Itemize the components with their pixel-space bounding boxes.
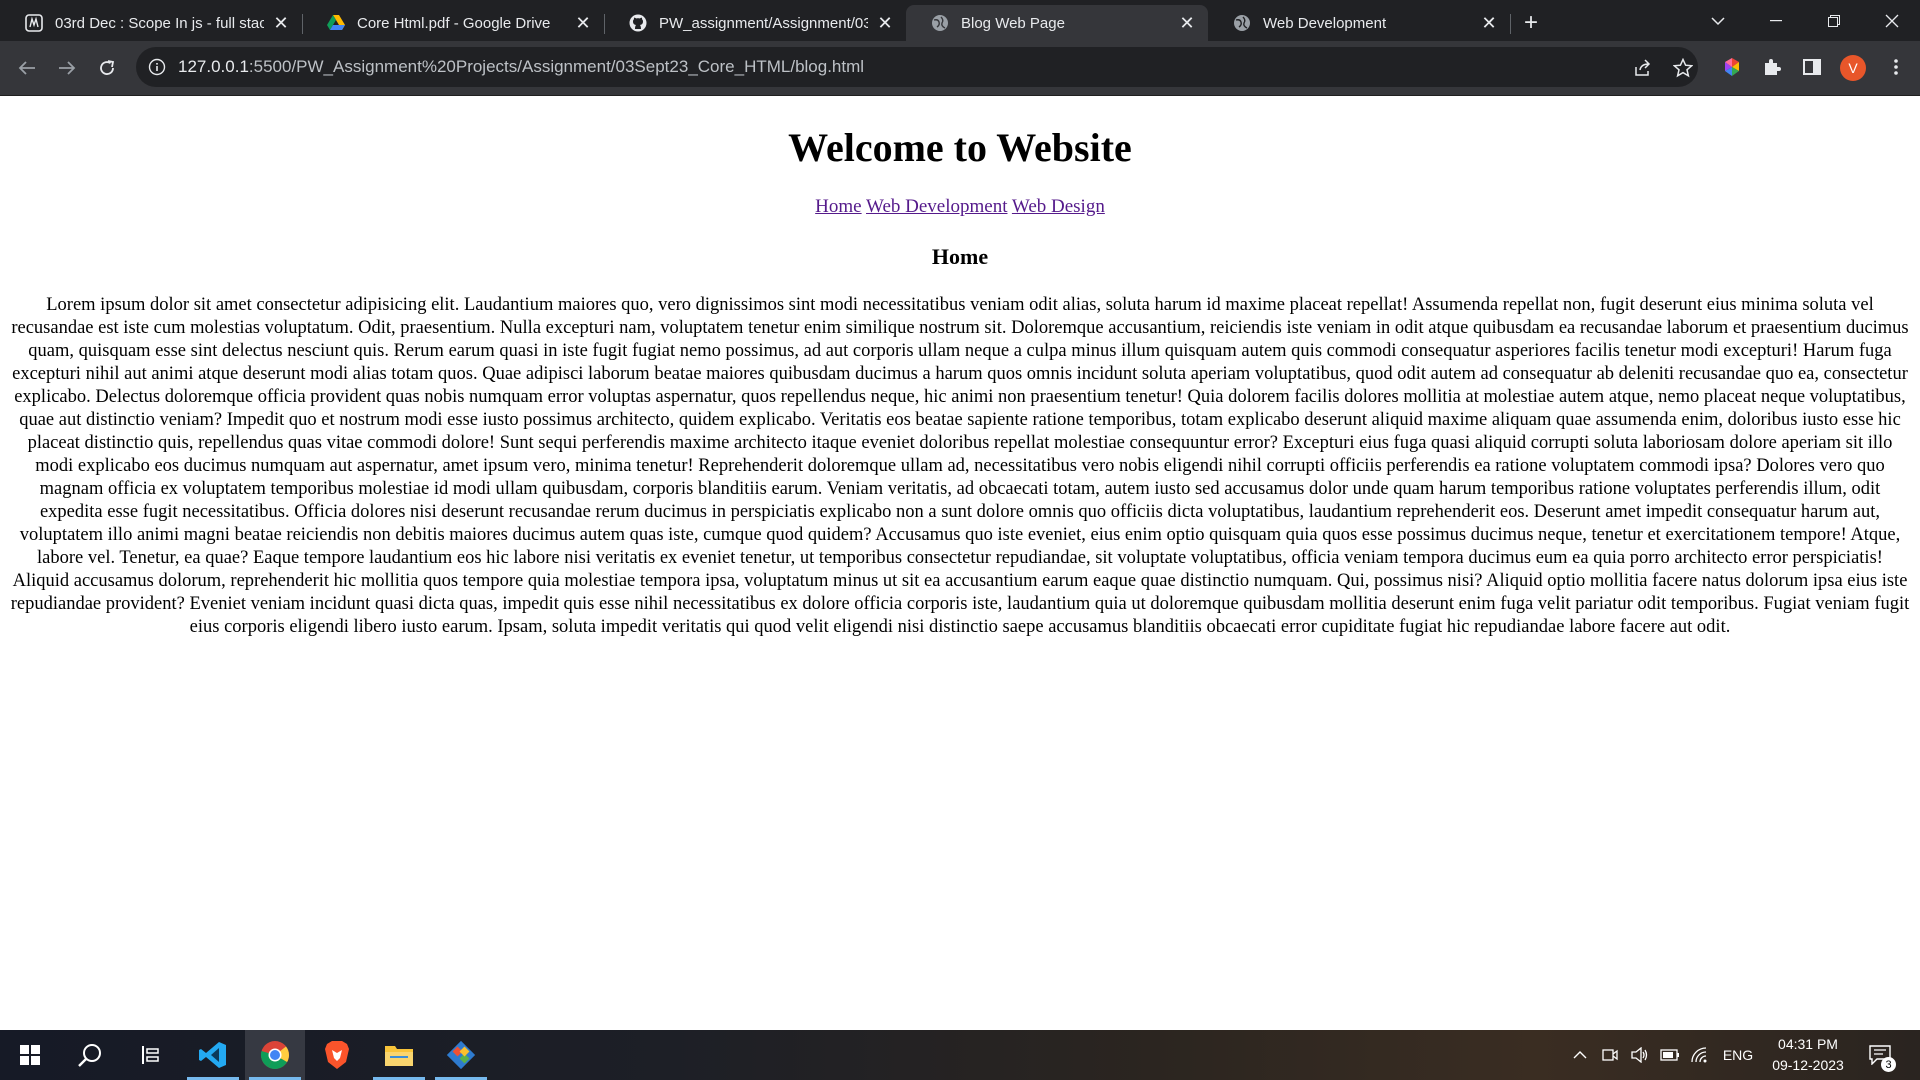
chrome-icon[interactable] xyxy=(245,1030,305,1080)
google-drive-icon xyxy=(327,14,345,32)
tab-title: Core Html.pdf - Google Drive xyxy=(357,14,551,32)
close-window-button[interactable] xyxy=(1864,0,1920,41)
taskbar-clock[interactable]: 04:31 PM 09-12-2023 xyxy=(1760,1034,1856,1076)
forward-button[interactable] xyxy=(52,53,82,83)
tab-google-drive[interactable]: Core Html.pdf - Google Drive ✕ xyxy=(302,5,604,41)
browser-tab-strip: 03rd Dec : Scope In js - full stack ✕ Co… xyxy=(0,0,1920,41)
tab-scope-in-js[interactable]: 03rd Dec : Scope In js - full stack ✕ xyxy=(0,5,302,41)
back-button[interactable] xyxy=(12,53,42,83)
site-info-icon[interactable] xyxy=(148,58,166,81)
clock-date: 09-12-2023 xyxy=(1772,1057,1844,1073)
profile-avatar[interactable]: V xyxy=(1840,55,1866,81)
nav-link-web-design[interactable]: Web Design xyxy=(1012,196,1105,217)
browser-toolbar: 127.0.0.1:5500/PW_Assignment%20Projects/… xyxy=(0,41,1920,96)
tab-search-icon[interactable] xyxy=(1690,0,1746,41)
close-tab-icon[interactable]: ✕ xyxy=(1478,12,1500,34)
pw-skills-icon xyxy=(25,14,43,32)
address-bar[interactable]: 127.0.0.1:5500/PW_Assignment%20Projects/… xyxy=(136,47,1698,87)
close-tab-icon[interactable]: ✕ xyxy=(270,12,292,34)
tab-title: PW_assignment/Assignment/03 xyxy=(659,14,868,32)
github-icon xyxy=(629,14,647,32)
clock-time: 04:31 PM xyxy=(1778,1036,1838,1052)
windows-taskbar: ENG 04:31 PM 09-12-2023 xyxy=(0,1030,1920,1080)
tab-divider xyxy=(1510,14,1511,34)
start-icon[interactable] xyxy=(0,1030,60,1080)
page-heading: Welcome to Website xyxy=(788,125,1132,170)
meet-now-icon[interactable] xyxy=(1598,1030,1622,1080)
volume-icon[interactable] xyxy=(1628,1030,1652,1080)
battery-icon[interactable] xyxy=(1658,1030,1682,1080)
web-page: Welcome to Website Home Web Development … xyxy=(0,96,1920,1030)
tab-blog-web-page[interactable]: Blog Web Page ✕ xyxy=(906,5,1208,41)
search-icon[interactable] xyxy=(60,1030,120,1080)
nav-link-web-development[interactable]: Web Development xyxy=(866,196,1007,217)
globe-icon xyxy=(1233,14,1251,32)
section-title: Home xyxy=(931,244,989,269)
brave-icon[interactable] xyxy=(307,1030,367,1080)
input-language[interactable]: ENG xyxy=(1718,1030,1758,1080)
browser-menu-icon[interactable] xyxy=(1882,53,1910,81)
close-tab-icon[interactable]: ✕ xyxy=(874,12,896,34)
body-paragraph: Lorem ipsum dolor sit amet consectetur a… xyxy=(10,295,1910,637)
notifications-icon[interactable] xyxy=(1862,1030,1898,1080)
close-tab-icon[interactable]: ✕ xyxy=(572,12,594,34)
tab-title: 03rd Dec : Scope In js - full stack xyxy=(55,14,264,32)
notification-count-badge: 3 xyxy=(1881,1057,1896,1072)
bookmark-star-icon[interactable] xyxy=(1672,57,1694,79)
extensions-puzzle-icon[interactable] xyxy=(1758,53,1786,81)
url-text: 127.0.0.1:5500/PW_Assignment%20Projects/… xyxy=(178,57,864,77)
new-tab-button[interactable]: + xyxy=(1518,9,1544,36)
tab-title: Web Development xyxy=(1263,14,1387,32)
tab-web-development[interactable]: Web Development ✕ xyxy=(1208,5,1510,41)
restore-button[interactable] xyxy=(1806,0,1862,41)
wifi-icon[interactable] xyxy=(1688,1030,1712,1080)
globe-icon xyxy=(931,14,949,32)
task-view-icon[interactable] xyxy=(120,1030,180,1080)
side-panel-icon[interactable] xyxy=(1798,53,1826,81)
vscode-icon[interactable] xyxy=(183,1030,243,1080)
nav-link-home[interactable]: Home xyxy=(815,196,861,217)
minimize-button[interactable] xyxy=(1748,0,1804,41)
color-extension-icon[interactable] xyxy=(1718,53,1746,81)
show-hidden-icons-icon[interactable] xyxy=(1568,1030,1592,1080)
file-explorer-icon[interactable] xyxy=(369,1030,429,1080)
share-icon[interactable] xyxy=(1632,57,1654,79)
tab-github-assignment[interactable]: PW_assignment/Assignment/03 ✕ xyxy=(604,5,906,41)
page-nav: Home Web Development Web Design xyxy=(0,196,1920,218)
reload-button[interactable] xyxy=(92,53,122,83)
url-host: 127.0.0.1 xyxy=(178,57,249,76)
url-path: :5500/PW_Assignment%20Projects/Assignmen… xyxy=(248,57,865,76)
close-tab-icon[interactable]: ✕ xyxy=(1176,12,1198,34)
tab-title: Blog Web Page xyxy=(961,14,1065,32)
git-icon[interactable] xyxy=(431,1030,491,1080)
